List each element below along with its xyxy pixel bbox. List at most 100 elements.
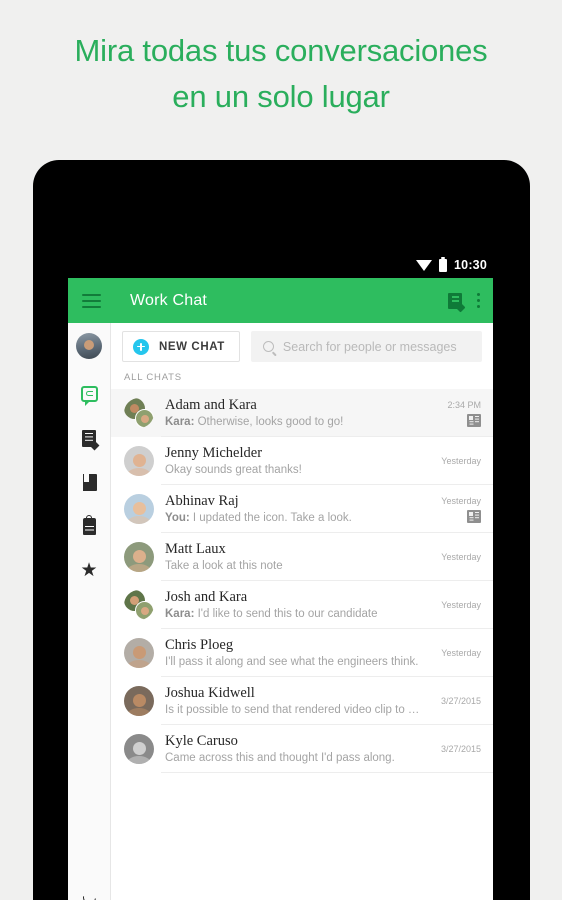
chat-row-name: Jenny Michelder <box>165 444 263 461</box>
avatar-body <box>126 756 152 764</box>
snippet-sender: You: <box>165 511 190 524</box>
chat-row-text: Jenny Michelder Okay sounds great thanks! <box>165 445 425 478</box>
snippet-sender: Kara: <box>165 415 195 428</box>
chat-row-name: Abhinav Raj <box>165 492 239 509</box>
chat-row[interactable]: Abhinav Raj You: I updated the icon. Take… <box>111 485 493 533</box>
plus-circle-icon <box>133 338 149 355</box>
list-toolbar: NEW CHAT Search for people or messages <box>111 323 493 362</box>
user-avatar[interactable] <box>76 333 102 359</box>
chat-row-time: 2:34 PM <box>447 399 481 410</box>
contact-avatar <box>124 542 154 572</box>
snippet-text: I updated the icon. Take a look. <box>189 511 352 524</box>
chat-row[interactable]: Josh and Kara Kara: I'd like to send this… <box>111 581 493 629</box>
search-input[interactable]: Search for people or messages <box>250 331 482 362</box>
contact-avatar <box>124 494 154 524</box>
chat-row[interactable]: Jenny Michelder Okay sounds great thanks!… <box>111 437 493 485</box>
star-icon: ★ <box>80 559 98 581</box>
group-avatar <box>124 398 154 428</box>
nav-item-shortcuts[interactable]: ★ <box>76 557 102 583</box>
chat-row-text: Matt Laux Take a look at this note <box>165 541 425 574</box>
chat-row-time: Yesterday <box>441 648 481 658</box>
chat-row-snippet: Okay sounds great thanks! <box>165 463 425 478</box>
avatar-face <box>132 454 146 468</box>
avatar-body <box>126 564 152 572</box>
section-label-all-chats: ALL CHATS <box>124 372 182 383</box>
battery-icon <box>439 256 448 272</box>
chat-list-panel: NEW CHAT Search for people or messages A… <box>111 323 493 900</box>
screen-body: ★ NEW CHAT Search for people or messages… <box>68 323 493 900</box>
snippet-text: I'd like to send this to our candidate <box>194 607 378 620</box>
contact-avatar <box>124 734 154 764</box>
hamburger-menu-icon[interactable] <box>82 293 101 308</box>
chat-row-name: Adam and Kara <box>165 396 257 413</box>
nav-rail: ★ <box>68 323 111 900</box>
note-icon <box>82 429 96 447</box>
avatar-body <box>126 660 152 668</box>
chat-row[interactable]: Kyle Caruso Came across this and thought … <box>111 725 493 773</box>
chat-row-text: Chris Ploeg I'll pass it along and see wh… <box>165 637 425 670</box>
new-chat-button[interactable]: NEW CHAT <box>122 331 240 362</box>
chat-row-snippet: Is it possible to send that rendered vid… <box>165 703 425 718</box>
snippet-sender: Kara: <box>165 607 195 620</box>
chat-row-text: Josh and Kara Kara: I'd like to send this… <box>165 589 425 622</box>
attachment-note-icon[interactable] <box>467 413 481 427</box>
status-bar: 10:30 <box>68 252 493 278</box>
headline-line-1: Mira todas tus conversaciones <box>74 33 488 68</box>
contact-avatar <box>124 446 154 476</box>
snippet-text: Take a look at this note <box>165 559 283 572</box>
contact-avatar <box>124 638 154 668</box>
nav-item-notes[interactable] <box>76 425 102 451</box>
briefcase-icon <box>82 514 96 535</box>
search-icon <box>262 341 274 352</box>
chat-row-time: 3/27/2015 <box>440 744 481 754</box>
chat-row-text: Joshua Kidwell Is it possible to send tha… <box>165 685 425 718</box>
chat-row-snippet: Kara: I'd like to send this to our candi… <box>165 607 425 622</box>
chat-row-snippet: You: I updated the icon. Take a look. <box>165 511 425 526</box>
chat-row-meta: Yesterday <box>425 552 481 562</box>
chat-list: Adam and Kara Kara: Otherwise, looks good… <box>111 389 493 900</box>
device-frame: 10:30 Work Chat ★ NEW CHAT Search for pe… <box>33 160 530 900</box>
snippet-text: Is it possible to send that rendered vid… <box>165 703 425 716</box>
chat-row-snippet: Kara: Otherwise, looks good to go! <box>165 415 425 430</box>
chat-row-name: Matt Laux <box>165 540 226 557</box>
chat-row-snippet: Take a look at this note <box>165 559 425 574</box>
compose-note-icon[interactable] <box>448 292 462 309</box>
sync-refresh-icon <box>79 887 99 900</box>
avatar-body <box>126 516 152 524</box>
avatar-face <box>140 414 149 423</box>
chat-row[interactable]: Matt Laux Take a look at this note Yesterd… <box>111 533 493 581</box>
chat-row[interactable]: Chris Ploeg I'll pass it along and see wh… <box>111 629 493 677</box>
snippet-text: I'll pass it along and see what the engi… <box>165 655 419 668</box>
chat-row-meta: Yesterday <box>425 456 481 466</box>
avatar-face <box>132 646 146 660</box>
avatar-part <box>135 601 154 620</box>
chat-row-name: Kyle Caruso <box>165 732 238 749</box>
chat-row-time: Yesterday <box>441 456 481 466</box>
overflow-menu-icon[interactable] <box>477 293 480 308</box>
sync-button[interactable] <box>79 887 99 900</box>
chat-row-name: Josh and Kara <box>165 588 248 605</box>
chat-row-snippet: Came across this and thought I'd pass al… <box>165 751 425 766</box>
chat-row[interactable]: Joshua Kidwell Is it possible to send tha… <box>111 677 493 725</box>
avatar-part <box>135 409 154 428</box>
chat-row-meta: Yesterday <box>425 600 481 610</box>
app-bar-actions <box>448 292 480 309</box>
avatar-body <box>126 708 152 716</box>
snippet-text: Otherwise, looks good to go! <box>194 415 344 428</box>
attachment-note-icon[interactable] <box>467 509 481 523</box>
nav-item-chat[interactable] <box>76 381 102 407</box>
app-screen: Work Chat ★ NEW CHAT Search for people o… <box>68 278 493 900</box>
chat-row-meta: 2:34 PM <box>425 400 481 427</box>
chat-icon <box>80 386 98 406</box>
chat-row-name: Joshua Kidwell <box>165 684 255 701</box>
nav-item-notebooks[interactable] <box>76 469 102 495</box>
chat-row-time: Yesterday <box>441 600 481 610</box>
avatar-body <box>126 468 152 476</box>
wifi-icon <box>416 259 433 271</box>
avatar-face <box>132 550 146 564</box>
chat-row-text: Abhinav Raj You: I updated the icon. Take… <box>165 493 425 526</box>
chat-row[interactable]: Adam and Kara Kara: Otherwise, looks good… <box>111 389 493 437</box>
chat-row-meta: 3/27/2015 <box>425 744 481 754</box>
chat-row-meta: Yesterday <box>425 648 481 658</box>
nav-item-business[interactable] <box>76 513 102 539</box>
